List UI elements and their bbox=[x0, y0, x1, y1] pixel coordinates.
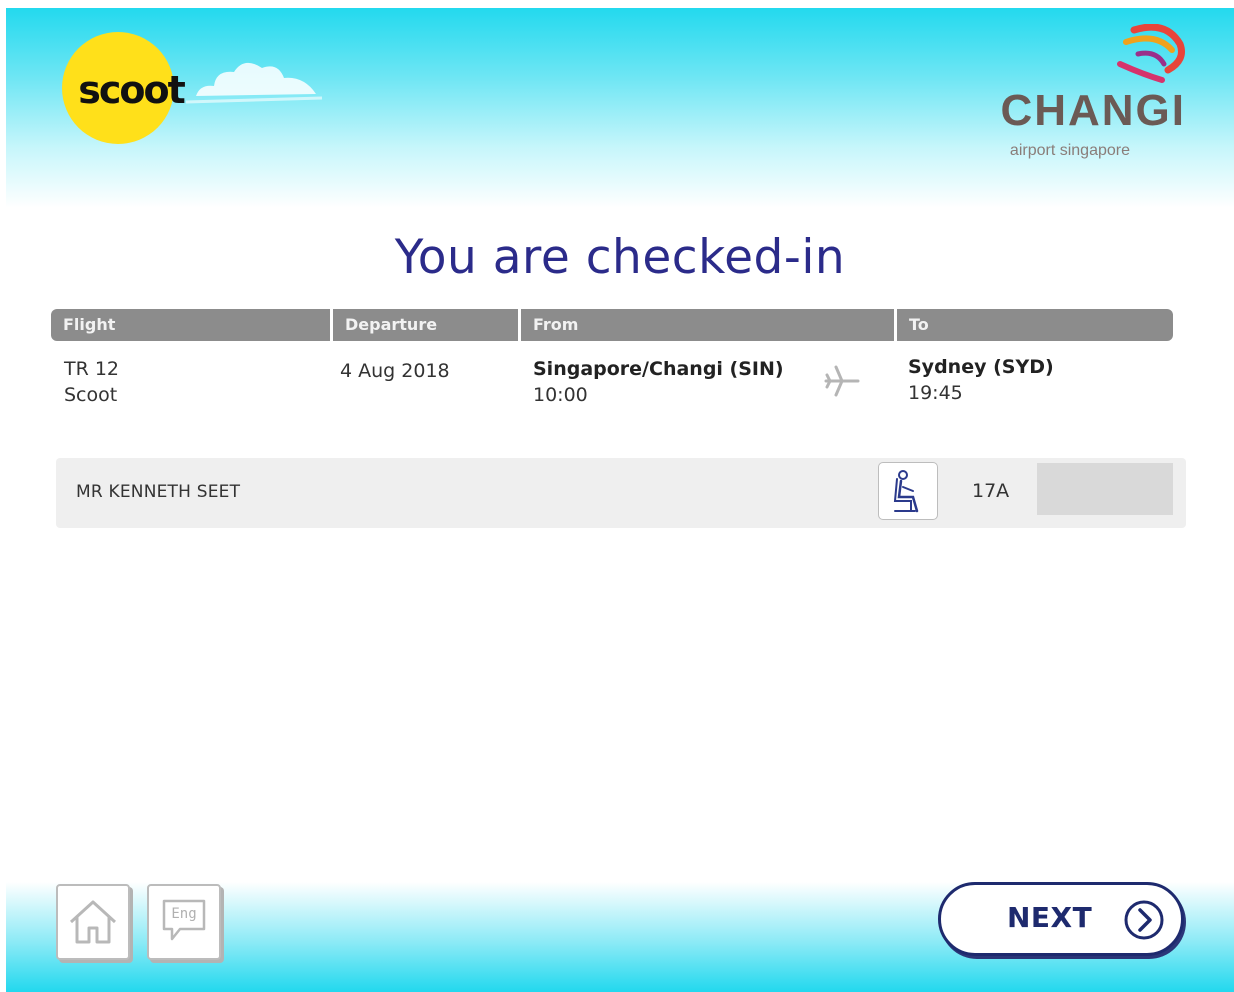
from-airport: Singapore/Changi (SIN) bbox=[533, 358, 784, 380]
changi-swirl-icon bbox=[1117, 24, 1185, 83]
column-header-departure: Departure bbox=[333, 309, 521, 341]
to-airport: Sydney (SYD) bbox=[908, 356, 1054, 378]
scoot-logo-text: scoot bbox=[78, 68, 186, 112]
arrival-time: 19:45 bbox=[908, 382, 963, 404]
language-button[interactable]: Eng bbox=[147, 884, 221, 960]
departure-date: 4 Aug 2018 bbox=[340, 360, 450, 382]
changi-logo-subtitle: airport singapore bbox=[1009, 142, 1130, 159]
speech-bubble-icon bbox=[162, 899, 206, 941]
departure-time: 10:00 bbox=[533, 384, 588, 406]
passenger-name: MR KENNETH SEET bbox=[76, 482, 241, 502]
flight-table-header: Flight Departure From To bbox=[51, 309, 1173, 341]
home-button[interactable] bbox=[56, 884, 130, 960]
column-header-flight: Flight bbox=[51, 309, 333, 341]
page-title: You are checked-in bbox=[394, 230, 846, 285]
flight-number: TR 12 bbox=[64, 358, 120, 380]
changi-logo: CHANGI airport singapore bbox=[956, 24, 1186, 164]
next-button[interactable]: NEXT bbox=[938, 882, 1184, 956]
seat-button[interactable] bbox=[878, 462, 938, 520]
seat-status-box bbox=[1037, 463, 1173, 515]
changi-logo-name: CHANGI bbox=[1000, 86, 1186, 135]
language-label: Eng bbox=[171, 906, 197, 922]
seat-number: 17A bbox=[972, 480, 1010, 502]
scoot-logo: scoot bbox=[62, 32, 186, 144]
column-header-to: To bbox=[909, 315, 929, 334]
cloud-icon bbox=[186, 62, 323, 104]
column-header-from: From bbox=[521, 309, 897, 341]
passenger-row: MR KENNETH SEET 17A bbox=[56, 458, 1186, 528]
airline-name: Scoot bbox=[64, 384, 118, 406]
plane-icon bbox=[824, 365, 860, 397]
home-icon bbox=[69, 900, 117, 944]
kiosk-screen: scoot CHANGI airport singapore You are c… bbox=[6, 8, 1234, 992]
seat-icon bbox=[893, 470, 919, 513]
chevron-right-circle-icon bbox=[1124, 900, 1164, 940]
next-button-label: NEXT bbox=[1007, 901, 1093, 934]
